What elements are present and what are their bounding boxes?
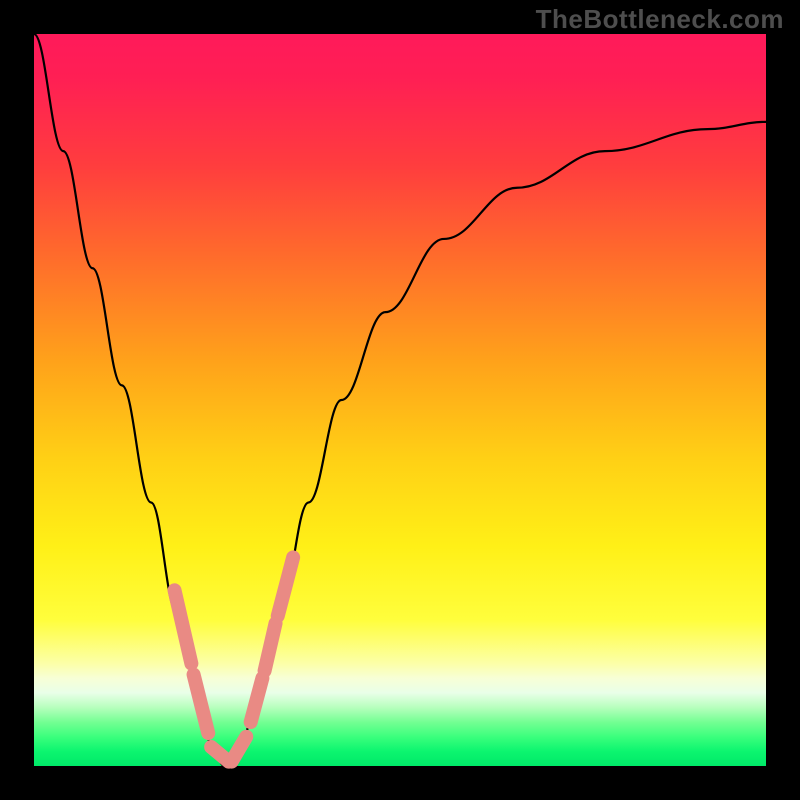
watermark-text: TheBottleneck.com bbox=[536, 4, 784, 35]
chart-frame: { "watermark": "TheBottleneck.com", "bac… bbox=[0, 0, 800, 800]
chart-canvas bbox=[0, 0, 800, 800]
plot-background bbox=[34, 34, 766, 766]
